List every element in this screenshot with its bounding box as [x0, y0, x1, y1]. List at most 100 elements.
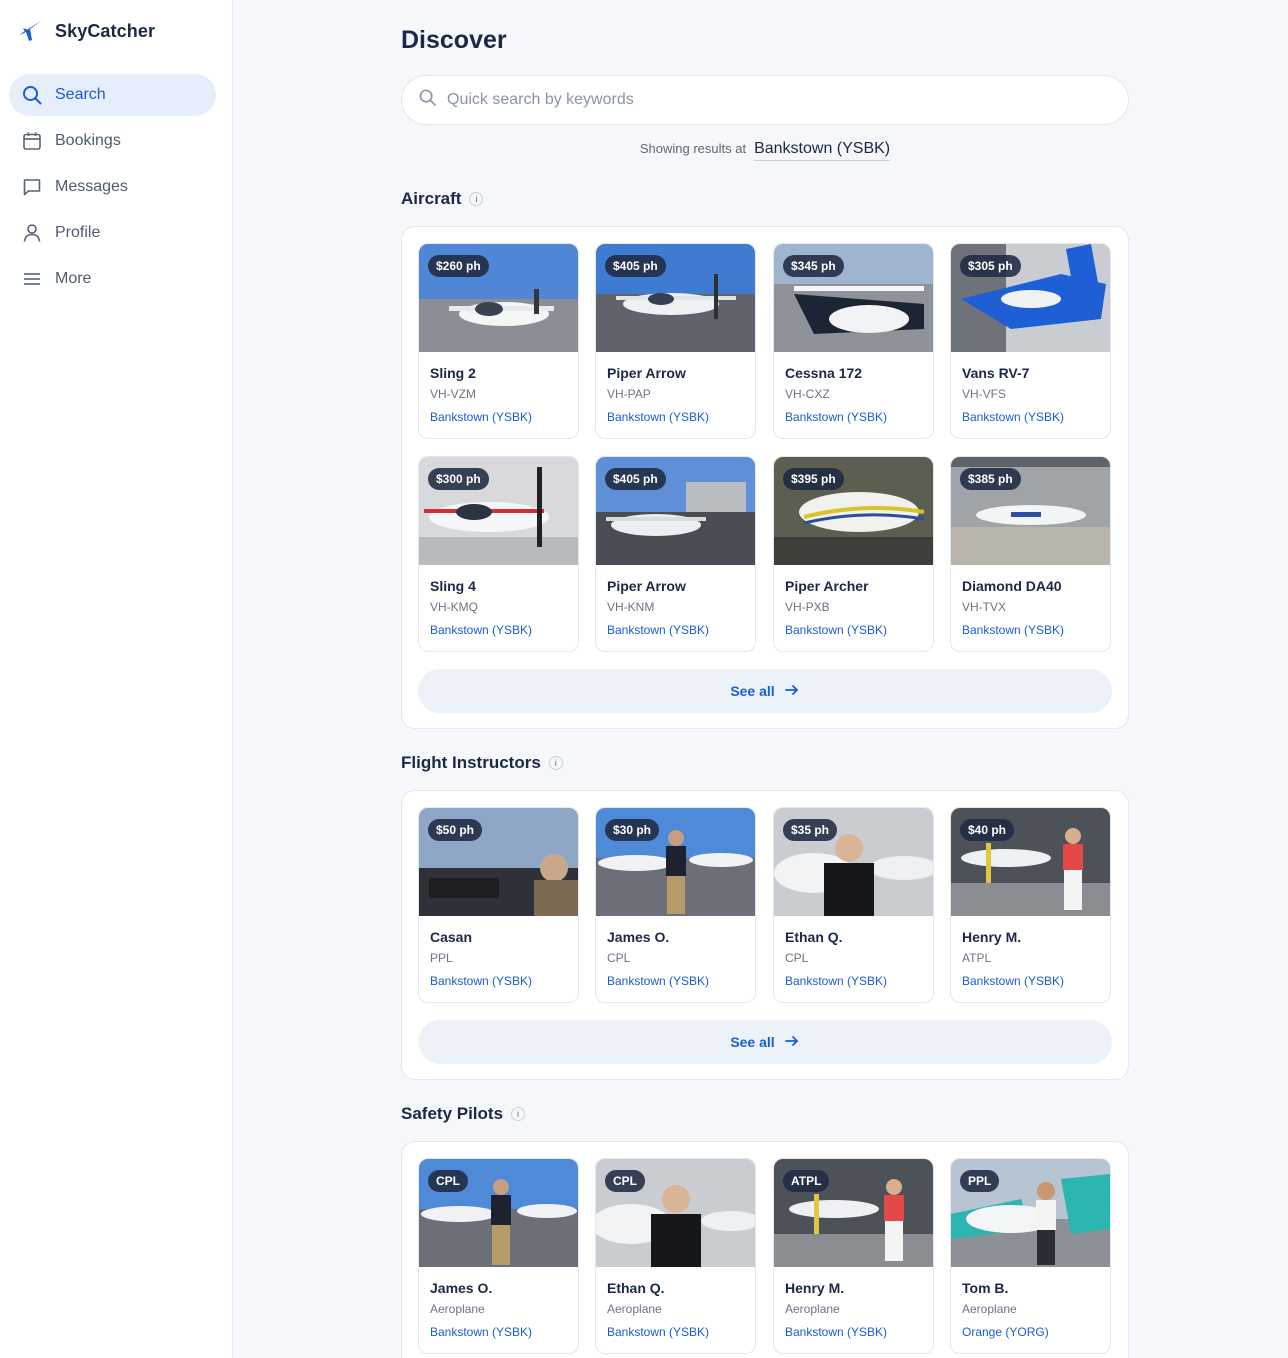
card-subtitle: Aeroplane — [430, 1302, 485, 1316]
card-subtitle: VH-PXB — [785, 600, 830, 614]
card-subtitle: Aeroplane — [962, 1302, 1017, 1316]
aircraft-card[interactable]: $405 ph Piper Arrow VH-KNM Bankstown (YS… — [595, 456, 756, 652]
card-title: Henry M. — [785, 1280, 845, 1296]
card-subtitle: VH-CXZ — [785, 387, 830, 401]
card-title: Vans RV-7 — [962, 365, 1030, 381]
search-icon — [418, 88, 437, 112]
instructor-card[interactable]: $50 ph Casan PPL Bankstown (YSBK) — [418, 807, 579, 1003]
section-title-instructors: Flight Instructors i — [401, 753, 563, 773]
aircraft-card[interactable]: $345 ph Cessna 172 VH-CXZ Bankstown (YSB… — [773, 243, 934, 439]
price-badge: $260 ph — [428, 255, 489, 277]
aircraft-card[interactable]: $300 ph Sling 4 VH-KMQ Bankstown (YSBK) — [418, 456, 579, 652]
card-subtitle: CPL — [607, 951, 631, 965]
card-title: Ethan Q. — [785, 929, 843, 945]
main-nav: Search Bookings Messages Profile More — [9, 74, 216, 304]
instructors-panel: $50 ph Casan PPL Bankstown (YSBK) $30 ph… — [401, 790, 1129, 1080]
card-subtitle: VH-KMQ — [430, 600, 478, 614]
see-all-instructors-button[interactable]: See all — [418, 1020, 1112, 1064]
aircraft-card[interactable]: $395 ph Piper Archer VH-PXB Bankstown (Y… — [773, 456, 934, 652]
section-title-safety-pilots: Safety Pilots i — [401, 1104, 526, 1124]
card-title: James O. — [607, 929, 670, 945]
nav-label: Bookings — [55, 132, 121, 149]
card-title: Casan — [430, 929, 473, 945]
license-badge: CPL — [428, 1170, 468, 1192]
section-title-text: Safety Pilots — [401, 1104, 504, 1123]
aircraft-card[interactable]: $405 ph Piper Arrow VH-PAP Bankstown (YS… — [595, 243, 756, 439]
license-badge: PPL — [960, 1170, 1000, 1192]
instructor-card[interactable]: $40 ph Henry M. ATPL Bankstown (YSBK) — [950, 807, 1111, 1003]
card-subtitle: CPL — [785, 951, 809, 965]
price-badge: $35 ph — [783, 819, 838, 841]
card-title: Cessna 172 — [785, 365, 863, 381]
card-title: Tom B. — [962, 1280, 1009, 1296]
card-location: Bankstown (YSBK) — [785, 974, 888, 988]
card-subtitle: VH-VZM — [430, 387, 476, 401]
card-location: Bankstown (YSBK) — [607, 974, 710, 988]
info-icon[interactable]: i — [469, 192, 484, 206]
card-subtitle: VH-TVX — [962, 600, 1007, 614]
license-badge: ATPL — [783, 1170, 830, 1192]
license-badge: CPL — [605, 1170, 645, 1192]
safety-pilot-card[interactable]: ATPL Henry M. Aeroplane Bankstown (YSBK) — [773, 1158, 934, 1354]
location-prefix: Showing results at — [639, 141, 747, 156]
nav-item-bookings[interactable]: Bookings — [9, 120, 216, 162]
safety-pilot-card[interactable]: CPL James O. Aeroplane Bankstown (YSBK) — [418, 1158, 579, 1354]
card-subtitle: Aeroplane — [785, 1302, 840, 1316]
aircraft-card[interactable]: $385 ph Diamond DA40 VH-TVX Bankstown (Y… — [950, 456, 1111, 652]
card-location: Orange (YORG) — [962, 1325, 1049, 1339]
card-subtitle: VH-KNM — [607, 600, 655, 614]
card-location: Bankstown (YSBK) — [607, 410, 710, 424]
search-input[interactable] — [447, 91, 1087, 109]
card-location: Bankstown (YSBK) — [607, 1325, 710, 1339]
info-icon[interactable]: i — [548, 756, 563, 770]
aircraft-panel: $260 ph Sling 2 VH-VZM Bankstown (YSBK) … — [401, 226, 1129, 729]
instructor-card[interactable]: $35 ph Ethan Q. CPL Bankstown (YSBK) — [773, 807, 934, 1003]
arrow-right-icon — [775, 1033, 800, 1052]
see-all-label: See all — [730, 1034, 775, 1050]
plane-logo-icon — [18, 15, 48, 48]
price-badge: $385 ph — [960, 468, 1021, 490]
search-bar[interactable] — [401, 75, 1129, 125]
see-all-label: See all — [730, 683, 775, 699]
card-location: Bankstown (YSBK) — [962, 410, 1065, 424]
search-icon — [22, 85, 42, 105]
card-location: Bankstown (YSBK) — [962, 623, 1065, 637]
nav-item-messages[interactable]: Messages — [9, 166, 216, 208]
info-icon[interactable]: i — [511, 1107, 526, 1121]
card-location: Bankstown (YSBK) — [430, 1325, 533, 1339]
price-badge: $405 ph — [605, 255, 666, 277]
card-location: Bankstown (YSBK) — [785, 623, 888, 637]
user-icon — [22, 223, 42, 243]
brand[interactable]: SkyCatcher — [18, 17, 155, 45]
card-location: Bankstown (YSBK) — [430, 410, 533, 424]
safety-pilot-card[interactable]: PPL Tom B. Aeroplane Orange (YORG) — [950, 1158, 1111, 1354]
card-title: Sling 4 — [430, 578, 476, 594]
aircraft-card[interactable]: $305 ph Vans RV-7 VH-VFS Bankstown (YSBK… — [950, 243, 1111, 439]
page-title: Discover — [401, 26, 507, 54]
see-all-aircraft-button[interactable]: See all — [418, 669, 1112, 713]
nav-item-more[interactable]: More — [9, 258, 216, 300]
calendar-icon — [22, 131, 42, 151]
message-icon — [22, 177, 42, 197]
safety-pilots-panel: CPL James O. Aeroplane Bankstown (YSBK) … — [401, 1141, 1129, 1358]
nav-item-search[interactable]: Search — [9, 74, 216, 116]
card-location: Bankstown (YSBK) — [430, 974, 533, 988]
card-title: Ethan Q. — [607, 1280, 665, 1296]
safety-pilot-card[interactable]: CPL Ethan Q. Aeroplane Bankstown (YSBK) — [595, 1158, 756, 1354]
card-subtitle: ATPL — [962, 951, 992, 965]
section-title-aircraft: Aircraft i — [401, 189, 484, 209]
location-selector[interactable]: Bankstown (YSBK) — [754, 140, 891, 161]
instructor-card[interactable]: $30 ph James O. CPL Bankstown (YSBK) — [595, 807, 756, 1003]
card-subtitle: Aeroplane — [607, 1302, 662, 1316]
price-badge: $300 ph — [428, 468, 489, 490]
price-badge: $405 ph — [605, 468, 666, 490]
nav-item-profile[interactable]: Profile — [9, 212, 216, 254]
card-title: Diamond DA40 — [962, 578, 1062, 594]
card-subtitle: PPL — [430, 951, 453, 965]
nav-label: Messages — [55, 178, 128, 195]
card-location: Bankstown (YSBK) — [607, 623, 710, 637]
price-badge: $345 ph — [783, 255, 844, 277]
aircraft-card[interactable]: $260 ph Sling 2 VH-VZM Bankstown (YSBK) — [418, 243, 579, 439]
price-badge: $305 ph — [960, 255, 1021, 277]
section-title-text: Flight Instructors — [401, 753, 541, 772]
